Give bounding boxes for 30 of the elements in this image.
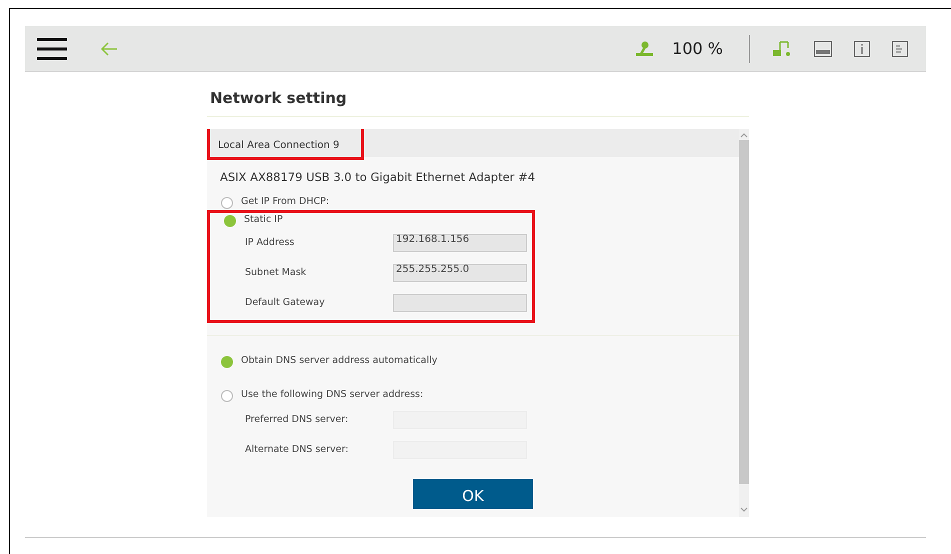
input-field[interactable]: 192.168.1.156 [393,234,527,252]
field-label: Preferred DNS server: [245,412,350,427]
field-label: Alternate DNS server: [245,442,350,457]
document-icon[interactable] [892,40,908,56]
radio-label: Obtain DNS server address automatically [241,354,438,368]
radio-label: Static IP [244,213,283,228]
field-label: Default Gateway [245,296,326,310]
radio-label: Get IP From DHCP: [241,195,330,210]
info-icon[interactable] [854,40,870,56]
zoom-level: 100 % [672,38,723,60]
adapter-name: ASIX AX88179 USB 3.0 to Gigabit Ethernet Adapter #4 [219,169,536,186]
scroll-up-icon[interactable] [740,132,748,138]
network-icon[interactable] [772,38,792,58]
ok-button[interactable]: OK [413,479,533,509]
input-field[interactable] [393,294,527,312]
page-title: Network setting [207,81,749,117]
radio-button[interactable] [221,196,233,208]
field-label: Subnet Mask [245,266,308,280]
scroll-down-icon[interactable] [740,507,748,513]
radio-button[interactable] [221,356,233,368]
radio-button[interactable] [221,390,233,402]
menu-icon[interactable] [37,38,67,60]
input-field[interactable]: 255.255.255.0 [393,264,527,282]
radio-button[interactable] [224,214,236,226]
keyboard-icon[interactable] [814,40,832,56]
radio-label: Use the following DNS server address: [241,388,424,402]
pin-icon [634,40,654,56]
back-arrow-icon[interactable] [100,42,118,56]
connection-name: Local Area Connection 9 [218,140,340,151]
field-label: IP Address [245,236,296,250]
